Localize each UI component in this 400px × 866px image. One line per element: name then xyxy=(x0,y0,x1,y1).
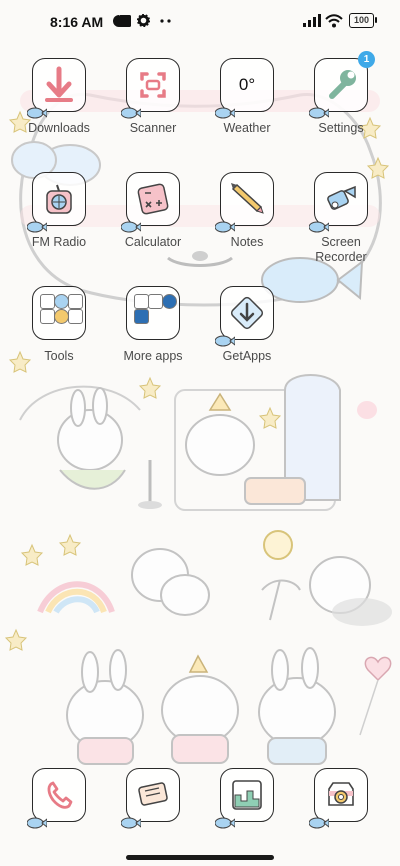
fish-icon xyxy=(215,221,235,233)
dock-messages[interactable] xyxy=(108,768,198,829)
fish-icon xyxy=(27,221,47,233)
status-time: 8:16 AM xyxy=(50,14,104,30)
gallery-icon xyxy=(232,780,262,810)
folder-icon xyxy=(126,286,180,340)
home-indicator[interactable] xyxy=(126,855,274,860)
app-screen-recorder[interactable]: Screen Recorder xyxy=(296,172,386,265)
fish-icon xyxy=(121,817,141,829)
fish-icon xyxy=(27,107,47,119)
app-downloads[interactable]: Downloads xyxy=(14,58,104,136)
status-bar: 8:16 AM 100 xyxy=(0,0,400,44)
fish-icon xyxy=(27,817,47,829)
signal-icon xyxy=(303,14,321,27)
battery-tip xyxy=(375,17,377,23)
app-settings[interactable]: 1 Settings xyxy=(296,51,386,136)
app-getapps[interactable]: GetApps xyxy=(202,286,292,364)
folder-more-apps[interactable]: More apps xyxy=(108,286,198,364)
notification-badge: 1 xyxy=(358,51,375,68)
battery-level: 100 xyxy=(353,15,370,25)
wifi-icon xyxy=(325,14,343,28)
phone-icon xyxy=(47,781,73,809)
app-label: Notes xyxy=(230,235,264,249)
fish-icon xyxy=(215,107,235,119)
app-label: Weather xyxy=(223,121,271,135)
message-icon xyxy=(138,782,168,806)
camera-icon xyxy=(328,782,354,806)
app-label: Downloads xyxy=(28,121,90,135)
folder-icon xyxy=(32,286,86,340)
app-calculator[interactable]: Calculator xyxy=(108,172,198,250)
app-fm-radio[interactable]: FM Radio xyxy=(14,172,104,250)
radio-icon xyxy=(46,184,72,214)
app-label: Settings xyxy=(318,121,364,135)
app-label: Screen Recorder xyxy=(315,235,367,264)
fish-icon xyxy=(309,221,329,233)
app-label: Scanner xyxy=(129,121,177,135)
app-scanner[interactable]: Scanner xyxy=(108,58,198,136)
folder-tools[interactable]: Tools xyxy=(14,286,104,364)
app-label: FM Radio xyxy=(31,235,87,249)
store-download-icon xyxy=(230,296,264,330)
fish-icon xyxy=(309,107,329,119)
square-notification-icon xyxy=(119,15,131,27)
more-dots-icon xyxy=(160,19,171,23)
calculator-icon xyxy=(137,183,169,215)
fish-icon xyxy=(121,107,141,119)
pencil-icon xyxy=(231,183,264,214)
fish-icon xyxy=(309,817,329,829)
app-weather[interactable]: 0° Weather xyxy=(202,58,292,136)
app-label: GetApps xyxy=(222,349,272,363)
dock-camera[interactable] xyxy=(296,768,386,829)
gear-icon xyxy=(137,14,150,27)
dock-gallery[interactable] xyxy=(202,768,292,829)
dock-phone[interactable] xyxy=(14,768,104,829)
camera-recorder-icon xyxy=(327,185,356,210)
app-label: Tools xyxy=(44,349,74,363)
weather-temperature: 0° xyxy=(238,75,256,94)
download-arrow-icon xyxy=(45,66,73,102)
fish-icon xyxy=(215,817,235,829)
app-label: Calculator xyxy=(124,235,182,249)
app-label: More apps xyxy=(123,349,183,363)
fish-icon xyxy=(215,335,235,347)
battery-icon: 100 xyxy=(349,13,374,28)
app-notes[interactable]: Notes xyxy=(202,172,292,250)
scanner-icon xyxy=(140,72,166,98)
wrench-icon xyxy=(329,70,356,99)
fish-icon xyxy=(121,221,141,233)
